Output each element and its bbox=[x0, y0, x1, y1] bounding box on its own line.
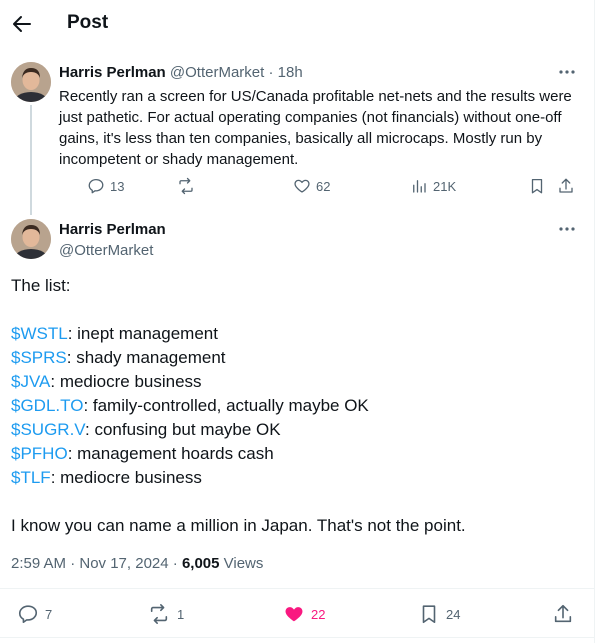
ticker-note: : inept management bbox=[67, 324, 218, 343]
cashtag-link[interactable]: $PFHO bbox=[11, 444, 68, 463]
cashtag-link[interactable]: $WSTL bbox=[11, 324, 68, 343]
ticker-line: $JVA: mediocre business bbox=[11, 370, 581, 394]
ticker-note: : shady management bbox=[66, 348, 226, 367]
divider bbox=[0, 637, 594, 638]
repost-icon bbox=[179, 177, 193, 195]
cashtag-link[interactable]: $JVA bbox=[11, 372, 50, 391]
post-timestamp[interactable]: 2:59 AM · Nov 17, 2024 · bbox=[11, 555, 182, 572]
repost-button[interactable]: 1 bbox=[147, 603, 184, 625]
post-time[interactable]: 18h bbox=[278, 64, 303, 81]
bookmark-icon bbox=[422, 605, 436, 624]
like-count: 22 bbox=[311, 606, 326, 622]
share-button[interactable] bbox=[557, 177, 575, 195]
ticker-line: $PFHO: management hoards cash bbox=[11, 442, 581, 466]
author-name[interactable]: Harris Perlman bbox=[59, 64, 166, 81]
author-handle[interactable]: @OtterMarket bbox=[170, 64, 264, 81]
post-text: The list: $WSTL: inept management $SPRS:… bbox=[11, 274, 581, 538]
like-button[interactable]: 62 bbox=[293, 177, 330, 195]
heart-icon bbox=[294, 179, 310, 193]
author-name[interactable]: Harris Perlman bbox=[59, 221, 166, 238]
ticker-note: : management hoards cash bbox=[67, 444, 274, 463]
avatar[interactable] bbox=[11, 62, 51, 102]
cashtag-link[interactable]: $TLF bbox=[11, 468, 51, 487]
parent-post-text: Recently ran a screen for US/Canada prof… bbox=[59, 88, 572, 168]
ticker-note: : family-controlled, actually maybe OK bbox=[83, 396, 369, 415]
repost-icon bbox=[150, 604, 168, 624]
separator: · bbox=[268, 64, 274, 81]
views-count: 6,005 bbox=[181, 555, 220, 572]
back-arrow-icon[interactable] bbox=[10, 12, 34, 36]
divider bbox=[0, 588, 594, 589]
share-button[interactable] bbox=[552, 603, 574, 625]
post-closing: I know you can name a million in Japan. … bbox=[11, 516, 466, 535]
cashtag-link[interactable]: $SUGR.V bbox=[11, 420, 85, 439]
analytics-icon bbox=[413, 180, 426, 193]
ticker-line: $GDL.TO: family-controlled, actually may… bbox=[11, 394, 581, 418]
thread-line bbox=[30, 105, 32, 215]
parent-post-header: Harris Perlman @OtterMarket · 18h bbox=[59, 64, 303, 81]
like-count: 62 bbox=[316, 178, 331, 194]
repost-button[interactable] bbox=[176, 177, 196, 195]
repost-count: 1 bbox=[177, 606, 185, 622]
bookmark-count: 24 bbox=[446, 606, 461, 622]
ticker-line: $SPRS: shady management bbox=[11, 346, 581, 370]
reply-button[interactable]: 13 bbox=[87, 177, 124, 195]
cashtag-link[interactable]: $GDL.TO bbox=[11, 396, 83, 415]
ticker-line: $TLF: mediocre business bbox=[11, 466, 581, 490]
share-icon bbox=[554, 604, 572, 623]
views-button[interactable]: 21K bbox=[410, 177, 456, 195]
page-title: Post bbox=[67, 12, 109, 33]
more-options-icon[interactable] bbox=[558, 220, 576, 238]
ticker-note: : mediocre business bbox=[50, 468, 202, 487]
reply-button[interactable]: 7 bbox=[17, 603, 52, 625]
share-icon bbox=[559, 178, 573, 193]
ticker-note: : confusing but maybe OK bbox=[85, 420, 281, 439]
avatar[interactable] bbox=[11, 219, 51, 259]
ticker-note: : mediocre business bbox=[50, 372, 202, 391]
author-handle[interactable]: @OtterMarket bbox=[59, 242, 153, 259]
like-button[interactable]: 22 bbox=[283, 603, 325, 625]
page-header: Post bbox=[0, 0, 594, 50]
ticker-line: $WSTL: inept management bbox=[11, 322, 581, 346]
views-label: Views bbox=[219, 555, 264, 572]
post-metadata: 2:59 AM · Nov 17, 2024 · 6,005 Views bbox=[11, 555, 263, 572]
heart-filled-icon bbox=[285, 607, 303, 622]
bookmark-button[interactable]: 24 bbox=[418, 603, 460, 625]
reply-icon bbox=[88, 178, 104, 194]
more-options-icon[interactable] bbox=[558, 63, 576, 81]
reply-icon bbox=[18, 605, 38, 624]
reply-count: 13 bbox=[110, 178, 125, 194]
cashtag-link[interactable]: $SPRS bbox=[11, 348, 67, 367]
bookmark-button[interactable] bbox=[528, 177, 546, 195]
reply-count: 7 bbox=[45, 606, 53, 622]
post-intro: The list: bbox=[11, 276, 71, 295]
views-count: 21K bbox=[433, 178, 457, 194]
bookmark-icon bbox=[531, 178, 543, 194]
ticker-line: $SUGR.V: confusing but maybe OK bbox=[11, 418, 581, 442]
